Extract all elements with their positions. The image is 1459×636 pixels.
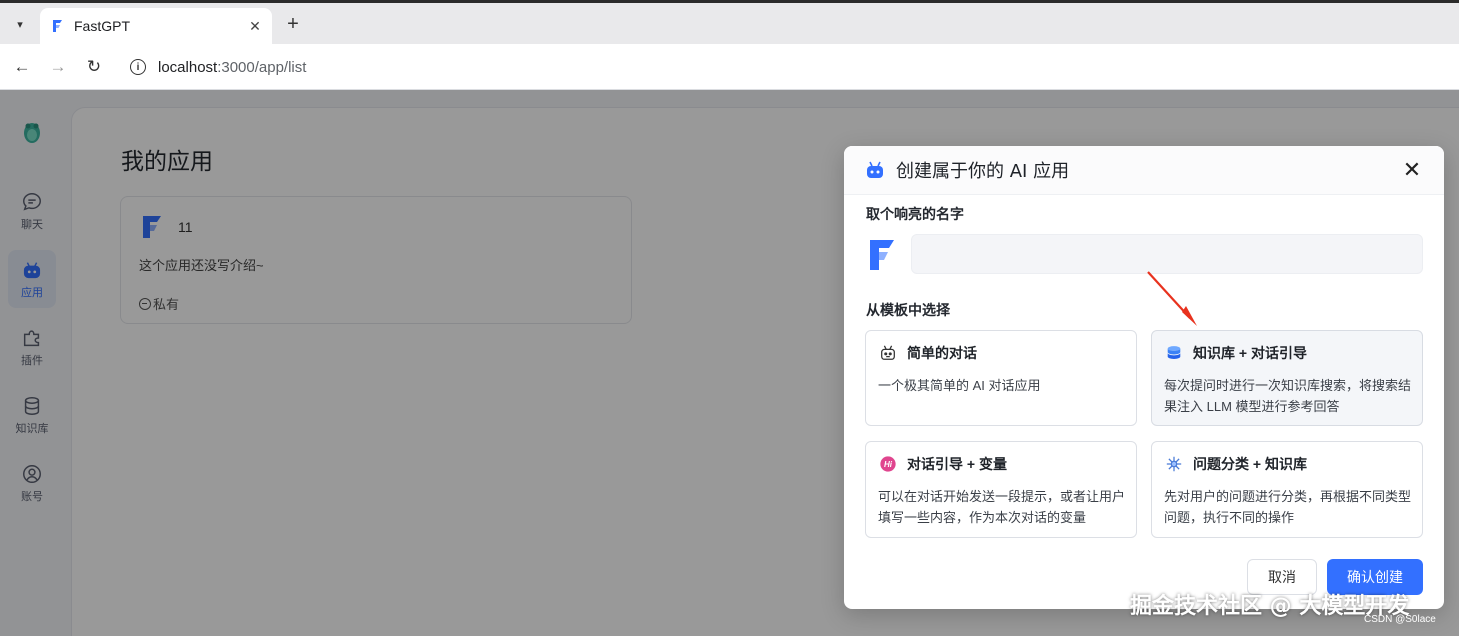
template-description: 先对用户的问题进行分类，再根据不同类型问题，执行不同的操作 bbox=[1164, 489, 1412, 525]
template-name: 问题分类 + 知识库 bbox=[1193, 456, 1307, 472]
close-icon[interactable]: ✕ bbox=[1402, 157, 1422, 182]
template-description: 每次提问时进行一次知识库搜索，将搜索结果注入 LLM 模型进行参考回答 bbox=[1164, 378, 1412, 414]
template-section-label: 从模板中选择 bbox=[866, 302, 950, 318]
name-field-label: 取个响亮的名字 bbox=[866, 206, 964, 222]
modal-title: 创建属于你的 AI 应用 bbox=[896, 161, 1070, 182]
forward-arrow-icon[interactable]: → bbox=[45, 54, 71, 80]
reload-icon[interactable]: ↻ bbox=[81, 54, 107, 80]
tab-close-icon[interactable]: ✕ bbox=[244, 15, 266, 37]
tab-title: FastGPT bbox=[74, 18, 131, 34]
annotation-arrow-icon bbox=[1147, 271, 1197, 326]
address-bar[interactable]: i localhost:3000/app/list bbox=[118, 50, 1448, 84]
template-header: 问题分类 + 知识库 bbox=[1164, 454, 1307, 474]
browser-tab-bar: ▾ FastGPT ✕ + bbox=[0, 0, 1459, 44]
template-description: 可以在对话开始发送一段提示，或者让用户填写一些内容，作为本次对话的变量 bbox=[878, 489, 1126, 525]
classify-star-icon bbox=[1164, 454, 1184, 474]
site-info-icon[interactable]: i bbox=[130, 59, 146, 75]
fastgpt-favicon-icon bbox=[53, 20, 62, 32]
template-card-guide-variables[interactable]: Hi 对话引导 + 变量 可以在对话开始发送一段提示，或者让用户填写一些内容，作… bbox=[865, 441, 1137, 538]
watermark-sub: CSDN @S0lace bbox=[1364, 614, 1436, 625]
template-card-classify-knowledge[interactable]: 问题分类 + 知识库 先对用户的问题进行分类，再根据不同类型问题，执行不同的操作 bbox=[1151, 441, 1423, 538]
browser-toolbar: ← → ↻ i localhost:3000/app/list bbox=[0, 44, 1459, 90]
database-stack-icon bbox=[1164, 343, 1184, 363]
create-app-modal: 创建属于你的 AI 应用 ✕ 取个响亮的名字 从模板中选择 简单的对话 一个极其… bbox=[844, 146, 1444, 609]
template-header: 知识库 + 对话引导 bbox=[1164, 343, 1307, 363]
bot-face-icon bbox=[878, 343, 898, 363]
template-card-knowledge-guide[interactable]: 知识库 + 对话引导 每次提问时进行一次知识库搜索，将搜索结果注入 LLM 模型… bbox=[1151, 330, 1423, 426]
robot-icon bbox=[867, 161, 883, 178]
new-tab-icon[interactable]: + bbox=[282, 13, 304, 35]
template-name: 知识库 + 对话引导 bbox=[1193, 345, 1307, 361]
url-path: :3000/app/list bbox=[217, 58, 307, 76]
url-host: localhost bbox=[158, 58, 218, 76]
fastgpt-avatar-icon[interactable] bbox=[868, 238, 896, 272]
template-card-simple-chat[interactable]: 简单的对话 一个极其简单的 AI 对话应用 bbox=[865, 330, 1137, 426]
browser-tab[interactable]: FastGPT ✕ bbox=[40, 8, 272, 44]
template-description: 一个极其简单的 AI 对话应用 bbox=[878, 378, 1041, 393]
template-name: 对话引导 + 变量 bbox=[907, 456, 1007, 472]
modal-header: 创建属于你的 AI 应用 ✕ bbox=[844, 146, 1444, 195]
tab-search-dropdown-icon[interactable]: ▾ bbox=[8, 12, 32, 36]
template-header: Hi 对话引导 + 变量 bbox=[878, 454, 1007, 474]
svg-text:Hi: Hi bbox=[884, 460, 893, 469]
template-name: 简单的对话 bbox=[907, 345, 977, 361]
hi-badge-icon: Hi bbox=[878, 454, 898, 474]
back-arrow-icon[interactable]: ← bbox=[9, 54, 35, 80]
template-header: 简单的对话 bbox=[878, 343, 977, 363]
